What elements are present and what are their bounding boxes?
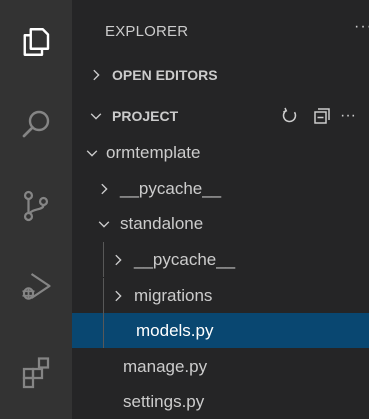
tree-item-label: standalone: [120, 213, 204, 233]
activity-bar: [0, 0, 72, 419]
indent-guide: [103, 278, 104, 313]
project-header-actions: ···: [280, 98, 356, 134]
run-debug-icon: [22, 273, 51, 300]
chevron-right-icon: [97, 182, 111, 196]
explorer-title: EXPLORER: [105, 23, 189, 40]
chevron-right-icon: [111, 253, 125, 267]
indent-guide: [103, 313, 104, 348]
collapse-all-icon: [314, 108, 330, 124]
search-icon: [22, 110, 50, 138]
chevron-right-icon: [111, 289, 125, 303]
tree-item-label: manage.py: [123, 356, 208, 376]
chevron-right-icon: [89, 68, 103, 82]
chevron-down-icon: [89, 109, 103, 123]
run-debug-activity-button[interactable]: [0, 250, 72, 322]
tree-item-migrations[interactable]: migrations: [72, 278, 369, 313]
tree-item-label: settings.py: [123, 391, 205, 411]
tree-item-manage-py[interactable]: manage.py: [72, 349, 369, 384]
source-control-activity-button[interactable]: [0, 170, 72, 242]
chevron-down-icon: [85, 146, 99, 160]
tree-item-models-py[interactable]: models.py: [72, 313, 369, 348]
project-label: PROJECT: [112, 108, 179, 124]
open-editors-section-header[interactable]: OPEN EDITORS: [72, 57, 369, 93]
tree-item-standalone[interactable]: standalone: [72, 206, 369, 241]
refresh-icon: [282, 107, 297, 123]
explorer-more-button[interactable]: ···: [354, 18, 369, 36]
source-control-icon: [23, 190, 49, 222]
tree-item-ormtemplate[interactable]: ormtemplate: [72, 135, 369, 170]
files-icon: [23, 28, 50, 56]
tree-item-settings-py[interactable]: settings.py: [72, 384, 369, 419]
collapse-folders-button[interactable]: [312, 106, 332, 126]
tree-item-label: __pycache__: [120, 178, 222, 198]
refresh-explorer-button[interactable]: [280, 106, 300, 126]
extensions-activity-button[interactable]: [0, 336, 72, 408]
explorer-sidebar: EXPLORER ··· OPEN EDITORS PROJECT ··: [72, 0, 369, 419]
search-activity-button[interactable]: [0, 88, 72, 160]
tree-item-label: __pycache__: [134, 249, 236, 269]
extensions-icon: [22, 357, 50, 389]
project-more-button[interactable]: ···: [340, 107, 356, 125]
open-editors-label: OPEN EDITORS: [112, 67, 218, 83]
tree-item-label: models.py: [136, 320, 214, 340]
explorer-activity-button[interactable]: [0, 6, 72, 78]
tree-item-root-pycache[interactable]: __pycache__: [72, 171, 369, 206]
tree-item-standalone-pycache[interactable]: __pycache__: [72, 242, 369, 277]
chevron-down-icon: [97, 217, 111, 231]
indent-guide: [103, 242, 104, 277]
tree-item-label: ormtemplate: [106, 142, 201, 162]
tree-item-label: migrations: [134, 285, 213, 305]
